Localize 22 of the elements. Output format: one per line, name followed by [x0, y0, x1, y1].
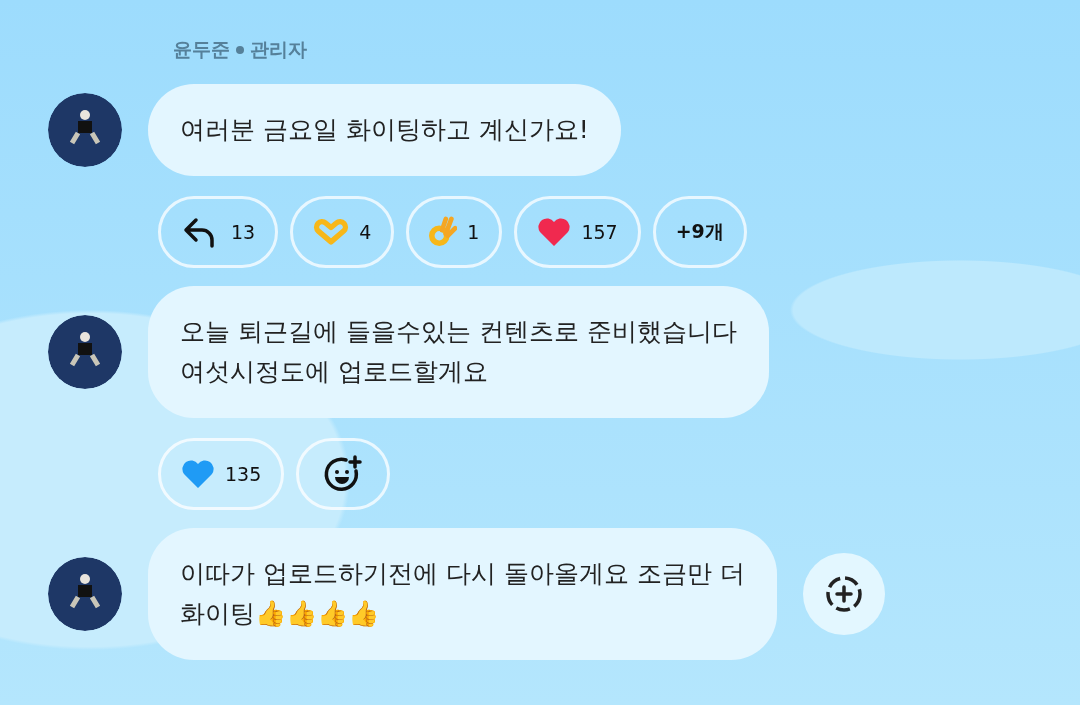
reaction-button[interactable]: 4	[290, 196, 395, 268]
ok-hand-icon	[429, 215, 458, 249]
sender-role: 관리자	[250, 37, 307, 62]
reaction-button[interactable]: 135	[158, 438, 285, 510]
dashed-plus-circle-icon	[823, 574, 864, 614]
reaction-button[interactable]: +9개	[652, 196, 747, 268]
reaction-button[interactable]: 1	[406, 196, 503, 268]
avatar[interactable]	[48, 93, 122, 167]
sender-name: 윤두준	[173, 37, 230, 62]
reaction-button[interactable]	[296, 438, 391, 510]
message-bubble: 이따가 업로드하기전에 다시 돌아올게요 조금만 더 화이팅👍👍👍👍	[148, 528, 777, 660]
avatar[interactable]	[48, 315, 122, 389]
reaction-button[interactable]: 157	[514, 196, 641, 268]
separator-dot-icon	[236, 46, 244, 54]
heart-icon	[537, 217, 572, 247]
reaction-button[interactable]: 13	[158, 196, 279, 268]
heart-hands-icon	[313, 218, 350, 246]
heart-icon	[181, 459, 215, 489]
add-emoji-icon	[323, 454, 364, 494]
message-bubble: 오늘 퇴근길에 들을수있는 컨텐츠로 준비했습니다 여섯시정도에 업로드할게요	[148, 286, 769, 418]
avatar[interactable]	[48, 557, 122, 631]
message-bubble: 여러분 금요일 화이팅하고 계신가요!	[148, 84, 621, 176]
